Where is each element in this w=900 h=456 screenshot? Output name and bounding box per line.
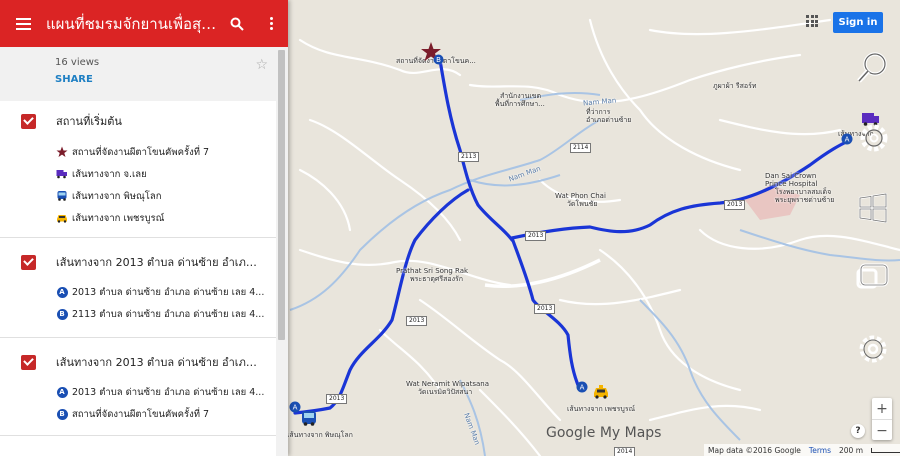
sign-in-button[interactable]: Sign in	[833, 12, 883, 33]
route-b-marker[interactable]: B	[433, 54, 444, 65]
scale-bar	[871, 447, 900, 453]
taxi-marker[interactable]	[592, 384, 610, 400]
map-label-district-office: สำนักงานเขต	[500, 92, 542, 100]
scrollbar-thumb[interactable]	[278, 50, 285, 340]
view-count: 16 views	[55, 57, 100, 68]
map-label-wat-phon-chai-th: วัดโพนชัย	[567, 200, 598, 208]
map-label-prathat: Prathat Sri Song Rak	[396, 267, 469, 275]
map-label-hospital: Dan Sai Crown	[765, 172, 817, 180]
scale-label: 200 m	[839, 445, 864, 455]
map-label-prathat-th: พระธาตุศรีสองรัก	[410, 275, 463, 283]
map-meta: 16 views SHARE ☆	[0, 47, 276, 101]
bus-marker[interactable]	[300, 409, 318, 427]
route-a-marker-loei[interactable]: A	[841, 133, 853, 145]
map-title: แผนที่ชมรมจักยานเพื่อสุข...	[46, 14, 220, 33]
taxi-icon	[56, 212, 68, 224]
device-icon[interactable]	[856, 262, 890, 292]
point-b-badge: B	[56, 408, 68, 420]
map-label-amphoe: ที่ว่าการ	[586, 108, 611, 116]
layer-name: เส้นทางจาก 2013 ตำบล ด่านซ้าย อำเภอ ...	[56, 356, 261, 369]
list-item[interactable]: B 2113 ตำบล ด่านซ้าย อำเภอ ด่านซ้าย เลย …	[0, 303, 276, 325]
map-label-route-phetchabun: เส้นทางจาก เพชรบูรณ์	[567, 405, 636, 413]
zoom-out-button[interactable]: −	[872, 420, 892, 441]
map-attribution: Map data ©2016 Google Terms 200 m	[704, 444, 900, 456]
layer-route-2: เส้นทางจาก 2013 ตำบล ด่านซ้าย อำเภอ ... …	[0, 238, 276, 338]
list-item[interactable]: ⌄ สถานที่จัดงานผีตาโขนคัพครั้งที่ 7	[0, 141, 276, 163]
map-label-wat-phon-chai: Wat Phon Chai	[555, 192, 606, 200]
apps-grid-icon[interactable]	[806, 15, 818, 27]
top-bar: แผนที่ชมรมจักยานเพื่อสุข...	[0, 0, 288, 47]
svg-text:A: A	[845, 136, 850, 144]
star-icon[interactable]: ☆	[255, 57, 268, 73]
zoom-in-button[interactable]: +	[872, 398, 892, 419]
windows-logo-icon[interactable]	[858, 193, 888, 223]
star-icon	[56, 146, 68, 158]
layer-checkbox[interactable]	[21, 354, 36, 370]
magnifier-icon[interactable]	[856, 50, 890, 84]
route-shield: 2013	[525, 231, 547, 241]
map-label-wat-neramit-th: วัดเนรมิตวิปัสสนา	[418, 388, 473, 396]
map-label-district-office-2: พื้นที่การศึกษา...	[495, 100, 545, 108]
route-shield: 2013	[406, 316, 428, 326]
terms-link[interactable]: Terms	[809, 446, 831, 455]
svg-text:A: A	[293, 404, 298, 412]
map-label-wat-neramit: Wat Neramit Wipatsana	[406, 380, 490, 388]
point-b-badge: B	[56, 308, 68, 320]
map-label-phu-pha: ภูผาผ้า รีสอร์ท	[713, 82, 757, 90]
layer-checkbox[interactable]	[21, 254, 36, 270]
route-shield: 2013	[724, 200, 746, 210]
list-item[interactable]: เส้นทางจาก จ.เลย	[0, 163, 276, 185]
layer-name: เส้นทางจาก 2013 ตำบล ด่านซ้าย อำเภอ ...	[56, 256, 261, 269]
map-label-amphoe-2: อำเภอด่านซ้าย	[586, 116, 632, 124]
svg-text:A: A	[580, 384, 585, 392]
point-a-badge: A	[56, 286, 68, 298]
list-item[interactable]: B สถานที่จัดงานผีตาโขนคัพครั้งที่ 7	[0, 403, 276, 425]
help-button[interactable]: ?	[851, 424, 865, 438]
hamburger-icon	[15, 22, 31, 25]
svg-text:B: B	[436, 56, 441, 64]
layer-name: สถานที่เริ่มต้น	[56, 115, 122, 128]
map-label-hospital-2: Prince Hospital	[765, 180, 818, 188]
route-shield: 2014	[614, 447, 636, 456]
layer-checkbox[interactable]	[21, 113, 36, 129]
list-item[interactable]: เส้นทางจาก พิษณุโลก	[0, 185, 276, 207]
search-icon	[230, 17, 244, 31]
truck-icon	[56, 168, 68, 180]
route-shield: 2013	[326, 394, 348, 404]
settings-cog-icon[interactable]	[858, 122, 890, 154]
route-a-marker-phetchabun[interactable]: A	[576, 381, 588, 393]
list-item[interactable]: A 2013 ตำบล ด่านซ้าย อำเภอ ด่านซ้าย เลย …	[0, 281, 276, 303]
search-button[interactable]	[220, 0, 254, 47]
zoom-controls: + −	[872, 398, 892, 440]
more-options-button[interactable]	[254, 0, 288, 47]
google-my-maps-logo: Google My Maps	[546, 425, 662, 441]
share-button[interactable]: SHARE	[55, 74, 276, 85]
route-shield: 2114	[570, 143, 592, 153]
more-vert-icon	[269, 22, 273, 25]
sidebar: แผนที่ชมรมจักยานเพื่อสุข... 16 views SHA…	[0, 0, 288, 456]
layer-route-3: เส้นทางจาก 2013 ตำบล ด่านซ้าย อำเภอ ... …	[0, 338, 276, 436]
map-label-hospital-4: พระยุพราชด่านซ้าย	[775, 196, 835, 204]
list-item[interactable]: A 2013 ตำบล ด่านซ้าย อำเภอ ด่านซ้าย เลย …	[0, 381, 276, 403]
list-item[interactable]: เส้นทางจาก เพชรบูรณ์	[0, 207, 276, 229]
map-label-hospital-3: โรงพยาบาลสมเด็จ	[775, 188, 832, 196]
menu-button[interactable]	[0, 0, 46, 47]
route-shield: 2013	[534, 304, 556, 314]
route-shield: 2113	[458, 152, 480, 162]
map-data-credit: Map data ©2016 Google	[708, 445, 801, 455]
bus-icon	[56, 190, 68, 202]
gear-icon[interactable]	[857, 333, 889, 365]
point-a-badge: A	[56, 386, 68, 398]
sidebar-scrollbar[interactable]	[276, 47, 288, 456]
map-label-route-phitsanulok: เส้นทางจาก พิษณุโลก	[287, 431, 353, 439]
layer-start-points: สถานที่เริ่มต้น ⌄ สถานที่จัดงานผีตาโขนคั…	[0, 101, 276, 238]
